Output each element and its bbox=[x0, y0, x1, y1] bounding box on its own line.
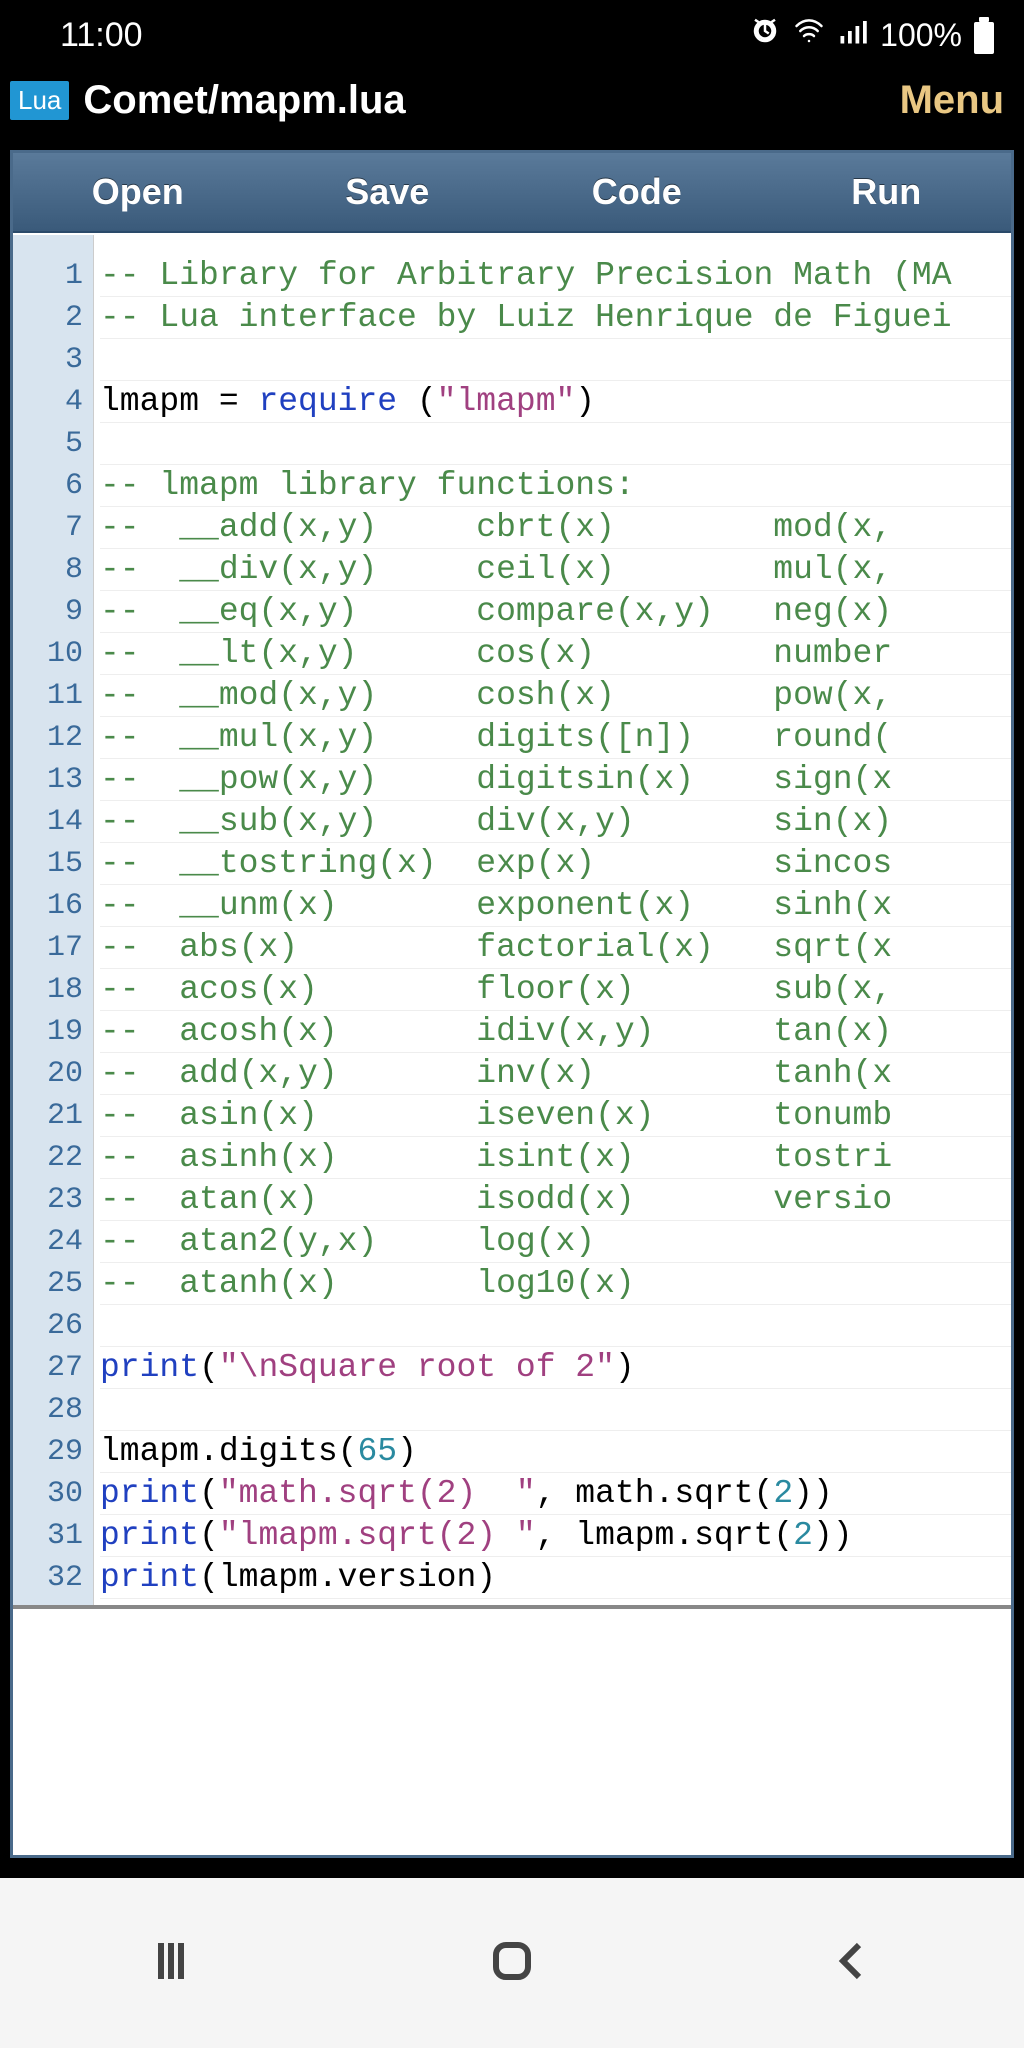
code-line[interactable]: -- __eq(x,y) compare(x,y) neg(x) bbox=[100, 591, 1011, 633]
line-number: 13 bbox=[13, 759, 83, 801]
line-number: 6 bbox=[13, 465, 83, 507]
line-number: 20 bbox=[13, 1053, 83, 1095]
code-line[interactable]: -- asin(x) iseven(x) tonumb bbox=[100, 1095, 1011, 1137]
home-button[interactable] bbox=[488, 1937, 536, 1990]
output-pane bbox=[13, 1605, 1011, 1855]
line-number: 22 bbox=[13, 1137, 83, 1179]
battery-pct: 100% bbox=[880, 17, 962, 54]
code-line[interactable]: lmapm.digits(65) bbox=[100, 1431, 1011, 1473]
code-line[interactable]: -- atan(x) isodd(x) versio bbox=[100, 1179, 1011, 1221]
app-header: Lua Comet/mapm.lua Menu bbox=[0, 70, 1024, 130]
code-line[interactable]: -- __lt(x,y) cos(x) number bbox=[100, 633, 1011, 675]
line-number: 12 bbox=[13, 717, 83, 759]
lua-badge: Lua bbox=[10, 81, 69, 120]
code-line[interactable] bbox=[100, 1305, 1011, 1347]
status-right: 100% bbox=[750, 16, 994, 54]
line-number: 15 bbox=[13, 843, 83, 885]
code-line[interactable]: -- __add(x,y) cbrt(x) mod(x, bbox=[100, 507, 1011, 549]
code-line[interactable]: -- __mod(x,y) cosh(x) pow(x, bbox=[100, 675, 1011, 717]
code-area: 1234567891011121314151617181920212223242… bbox=[13, 235, 1011, 1855]
code-line[interactable]: -- atanh(x) log10(x) bbox=[100, 1263, 1011, 1305]
line-number: 28 bbox=[13, 1389, 83, 1431]
code-line[interactable]: -- __tostring(x) exp(x) sincos bbox=[100, 843, 1011, 885]
app-title: Comet/mapm.lua bbox=[83, 78, 405, 123]
code-line[interactable]: -- Lua interface by Luiz Henrique de Fig… bbox=[100, 297, 1011, 339]
line-number: 23 bbox=[13, 1179, 83, 1221]
line-number: 27 bbox=[13, 1347, 83, 1389]
line-number: 30 bbox=[13, 1473, 83, 1515]
code-line[interactable]: -- __pow(x,y) digitsin(x) sign(x bbox=[100, 759, 1011, 801]
code-line[interactable]: -- lmapm library functions: bbox=[100, 465, 1011, 507]
line-number: 29 bbox=[13, 1431, 83, 1473]
line-number: 19 bbox=[13, 1011, 83, 1053]
battery-icon bbox=[974, 17, 994, 54]
code-line[interactable]: -- acosh(x) idiv(x,y) tan(x) bbox=[100, 1011, 1011, 1053]
code-line[interactable]: -- Library for Arbitrary Precision Math … bbox=[100, 255, 1011, 297]
line-number: 31 bbox=[13, 1515, 83, 1557]
editor-frame: Open Save Code Run 123456789101112131415… bbox=[10, 150, 1014, 1858]
line-number: 25 bbox=[13, 1263, 83, 1305]
line-number: 26 bbox=[13, 1305, 83, 1347]
line-number: 4 bbox=[13, 381, 83, 423]
code-line[interactable] bbox=[100, 339, 1011, 381]
code-button[interactable]: Code bbox=[512, 171, 762, 213]
code-line[interactable]: print("lmapm.sqrt(2) ", lmapm.sqrt(2)) bbox=[100, 1515, 1011, 1557]
code-line[interactable]: -- __sub(x,y) div(x,y) sin(x) bbox=[100, 801, 1011, 843]
menu-button[interactable]: Menu bbox=[900, 78, 1004, 123]
code-line[interactable]: -- asinh(x) isint(x) tostri bbox=[100, 1137, 1011, 1179]
line-number: 10 bbox=[13, 633, 83, 675]
line-number: 32 bbox=[13, 1557, 83, 1599]
code-line[interactable] bbox=[100, 423, 1011, 465]
line-number: 11 bbox=[13, 675, 83, 717]
back-button[interactable] bbox=[829, 1937, 877, 1990]
code-line[interactable]: -- acos(x) floor(x) sub(x, bbox=[100, 969, 1011, 1011]
line-number: 2 bbox=[13, 297, 83, 339]
line-number: 1 bbox=[13, 255, 83, 297]
code-line[interactable]: -- atan2(y,x) log(x) bbox=[100, 1221, 1011, 1263]
alarm-icon bbox=[750, 16, 780, 54]
code-line[interactable]: print(lmapm.version) bbox=[100, 1557, 1011, 1599]
status-bar: 11:00 100% bbox=[0, 0, 1024, 70]
save-button[interactable]: Save bbox=[263, 171, 513, 213]
code-line[interactable]: -- __div(x,y) ceil(x) mul(x, bbox=[100, 549, 1011, 591]
toolbar: Open Save Code Run bbox=[13, 153, 1011, 233]
line-gutter: 1234567891011121314151617181920212223242… bbox=[13, 235, 93, 1605]
code-line[interactable]: print("\nSquare root of 2") bbox=[100, 1347, 1011, 1389]
signal-icon bbox=[838, 16, 868, 54]
code-editor[interactable]: -- Library for Arbitrary Precision Math … bbox=[93, 235, 1011, 1605]
line-number: 17 bbox=[13, 927, 83, 969]
line-number: 14 bbox=[13, 801, 83, 843]
wifi-icon bbox=[792, 16, 826, 54]
status-time: 11:00 bbox=[60, 16, 143, 55]
line-number: 8 bbox=[13, 549, 83, 591]
line-number: 21 bbox=[13, 1095, 83, 1137]
line-number: 5 bbox=[13, 423, 83, 465]
line-number: 24 bbox=[13, 1221, 83, 1263]
code-line[interactable]: lmapm = require ("lmapm") bbox=[100, 381, 1011, 423]
line-number: 9 bbox=[13, 591, 83, 633]
code-line[interactable] bbox=[100, 1389, 1011, 1431]
recent-apps-button[interactable] bbox=[147, 1937, 195, 1990]
line-number: 18 bbox=[13, 969, 83, 1011]
code-line[interactable]: -- __mul(x,y) digits([n]) round( bbox=[100, 717, 1011, 759]
line-number: 3 bbox=[13, 339, 83, 381]
open-button[interactable]: Open bbox=[13, 171, 263, 213]
line-number: 16 bbox=[13, 885, 83, 927]
line-number: 7 bbox=[13, 507, 83, 549]
code-line[interactable]: -- __unm(x) exponent(x) sinh(x bbox=[100, 885, 1011, 927]
nav-bar bbox=[0, 1878, 1024, 2048]
code-line[interactable]: print("math.sqrt(2) ", math.sqrt(2)) bbox=[100, 1473, 1011, 1515]
run-button[interactable]: Run bbox=[762, 171, 1012, 213]
code-line[interactable]: -- add(x,y) inv(x) tanh(x bbox=[100, 1053, 1011, 1095]
code-line[interactable]: -- abs(x) factorial(x) sqrt(x bbox=[100, 927, 1011, 969]
